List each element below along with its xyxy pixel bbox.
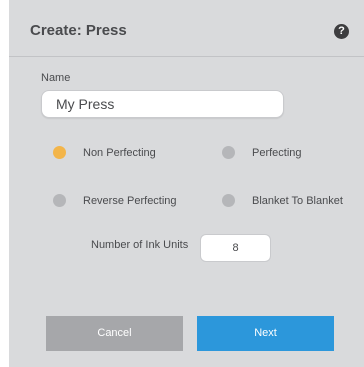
radio-label: Reverse Perfecting	[83, 195, 177, 207]
create-press-dialog: Create: Press ? Name Non Perfecting Perf…	[9, 0, 364, 367]
radio-label: Blanket To Blanket	[252, 195, 343, 207]
radio-label: Perfecting	[252, 147, 302, 159]
ink-units-input[interactable]	[200, 234, 271, 262]
radio-dot	[53, 146, 66, 159]
dialog-title: Create: Press	[30, 22, 127, 39]
name-input[interactable]	[41, 90, 284, 118]
radio-dot	[222, 146, 235, 159]
radio-label: Non Perfecting	[83, 147, 156, 159]
ink-units-label: Number of Ink Units	[91, 239, 189, 251]
help-icon[interactable]: ?	[334, 24, 349, 39]
radio-dot	[53, 194, 66, 207]
next-button[interactable]: Next	[197, 316, 334, 351]
cancel-button[interactable]: Cancel	[46, 316, 183, 351]
name-label: Name	[41, 72, 71, 84]
radio-dot	[222, 194, 235, 207]
dialog-header: Create: Press ?	[9, 0, 364, 57]
